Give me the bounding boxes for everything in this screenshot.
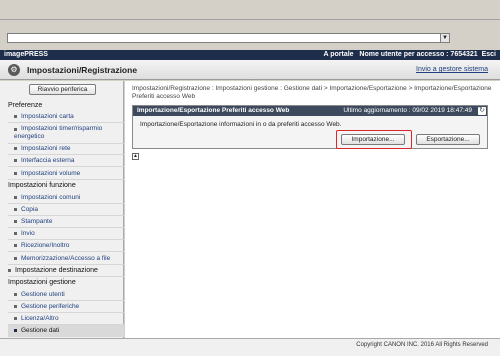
divider <box>8 276 124 277</box>
page-title: Impostazioni/Registrazione <box>27 65 138 75</box>
send-to-admin-link[interactable]: Invio a gestore sistema <box>416 66 488 73</box>
bullet-icon <box>14 292 17 296</box>
bullet-icon <box>14 328 17 332</box>
bullet-icon <box>14 231 17 235</box>
user-label: Nome utente per accesso : 7654321 <box>359 51 478 58</box>
page-title-bar: ⚙ Impostazioni/Registrazione Invio a ges… <box>0 60 500 80</box>
sidebar-item-label: Gestione utenti <box>21 291 65 298</box>
bullet-icon <box>14 114 17 118</box>
breadcrumb: Impostazioni/Registrazione : Impostazion… <box>132 85 492 100</box>
sidebar-section-label: Impostazione destinazione <box>15 267 98 274</box>
sidebar-item-external-interface[interactable]: Interfaccia esterna <box>14 157 122 164</box>
divider <box>8 143 124 144</box>
divider <box>8 215 124 216</box>
collapse-icon[interactable]: ▲ <box>132 153 139 160</box>
sidebar-item-printer[interactable]: Stampante <box>14 218 122 225</box>
sidebar-item-label: Licenza/Altro <box>21 315 59 322</box>
app-header: imagePRESS A portale Nome utente per acc… <box>0 50 500 60</box>
refresh-icon[interactable]: ↻ <box>478 107 486 115</box>
sidebar-item-label: Impostazioni timer/risparmio energetico <box>14 125 103 140</box>
panel-title: Importazione/Esportazione Preferiti acce… <box>137 107 290 114</box>
restart-device-button[interactable]: Riavvio periferica <box>29 84 96 95</box>
sidebar-item-label: Impostazioni rete <box>21 145 71 152</box>
main-content: Impostazioni/Registrazione : Impostazion… <box>125 81 500 338</box>
address-bar[interactable]: ▼ <box>7 33 450 43</box>
sidebar-item-paper[interactable]: Impostazioni carta <box>14 113 122 120</box>
sidebar-item-label: Stampante <box>21 218 53 225</box>
sidebar-item-label: Gestione periferiche <box>21 303 80 310</box>
divider <box>8 154 124 155</box>
sidebar-item-common[interactable]: Impostazioni comuni <box>14 194 122 201</box>
sidebar-section-management: Impostazioni gestione <box>8 279 76 286</box>
sidebar-section-preferences: Preferenze <box>8 102 43 109</box>
sidebar-item-data-management[interactable]: Gestione dati <box>8 325 124 337</box>
last-update: Ultimo aggiornamento : 09/02 2019 18:47:… <box>343 107 472 114</box>
sidebar-item-devices[interactable]: Gestione periferiche <box>14 303 122 310</box>
browser-chrome: ▼ <box>0 0 500 50</box>
panel-description: Importazione/Esportazione informazioni i… <box>140 121 342 128</box>
bullet-icon <box>14 316 17 320</box>
divider <box>8 166 124 167</box>
divider <box>8 264 124 265</box>
panel-header: Importazione/Esportazione Preferiti acce… <box>133 106 487 116</box>
import-highlight <box>336 130 412 149</box>
brand-name: imagePRESS <box>4 51 48 58</box>
sidebar-item-label: Invio <box>21 230 35 237</box>
divider <box>8 300 124 301</box>
toolbar-divider <box>0 19 500 20</box>
sidebar-item-volume[interactable]: Impostazioni volume <box>14 170 122 177</box>
sidebar-item-label: Impostazioni carta <box>21 113 74 120</box>
divider <box>8 203 124 204</box>
copyright: Copyright CANON INC. 2016 All Rights Res… <box>356 342 488 348</box>
sidebar-item-receive-forward[interactable]: Ricezione/Inoltro <box>14 242 122 249</box>
sidebar-item-label: Impostazioni volume <box>21 170 81 177</box>
sidebar-item-network[interactable]: Impostazioni rete <box>14 145 122 152</box>
header-right: A portale Nome utente per accesso : 7654… <box>323 50 496 60</box>
sidebar-item-send[interactable]: Invio <box>14 230 122 237</box>
sidebar-item-storage[interactable]: Memorizzazione/Accesso a file <box>14 255 122 262</box>
bullet-icon <box>14 158 17 162</box>
divider <box>8 227 124 228</box>
sidebar-item-label: Impostazioni comuni <box>21 194 81 201</box>
sidebar-item-label: Ricezione/Inoltro <box>21 242 70 249</box>
bullet-icon <box>8 268 11 272</box>
bullet-icon <box>14 207 17 211</box>
export-button[interactable]: Esportazione... <box>416 134 480 145</box>
chevron-down-icon[interactable]: ▼ <box>440 34 449 42</box>
bullet-icon <box>14 195 17 199</box>
bullet-icon <box>14 128 17 131</box>
sidebar-item-label: Gestione dati <box>21 327 60 334</box>
sidebar-item-label: Copia <box>21 206 38 213</box>
divider <box>8 239 124 240</box>
bullet-icon <box>14 171 17 175</box>
sidebar-item-label: Interfaccia esterna <box>21 157 75 164</box>
favorites-panel: Importazione/Esportazione Preferiti acce… <box>132 105 488 149</box>
footer: Copyright CANON INC. 2016 All Rights Res… <box>0 338 500 356</box>
logout-link[interactable]: Esci <box>482 51 496 58</box>
bullet-icon <box>14 146 17 150</box>
sidebar-item-copy[interactable]: Copia <box>14 206 122 213</box>
sidebar-item-users[interactable]: Gestione utenti <box>14 291 122 298</box>
bullet-icon <box>14 219 17 223</box>
settings-icon: ⚙ <box>8 64 20 76</box>
divider <box>8 179 124 180</box>
sidebar-section-function: Impostazioni funzione <box>8 182 76 189</box>
sidebar-item-license[interactable]: Licenza/Altro <box>14 315 122 322</box>
sidebar-item-timer[interactable]: Impostazioni timer/risparmio energetico <box>14 125 122 141</box>
bullet-icon <box>14 243 17 247</box>
portal-link[interactable]: A portale <box>323 51 353 58</box>
divider <box>8 312 124 313</box>
sidebar: Riavvio periferica Preferenze Impostazio… <box>0 81 124 338</box>
sidebar-section-destination[interactable]: Impostazione destinazione <box>8 267 98 274</box>
bullet-icon <box>14 304 17 308</box>
divider <box>8 122 124 123</box>
divider <box>8 251 124 252</box>
sidebar-item-label: Memorizzazione/Accesso a file <box>21 255 111 262</box>
bullet-icon <box>14 256 17 260</box>
